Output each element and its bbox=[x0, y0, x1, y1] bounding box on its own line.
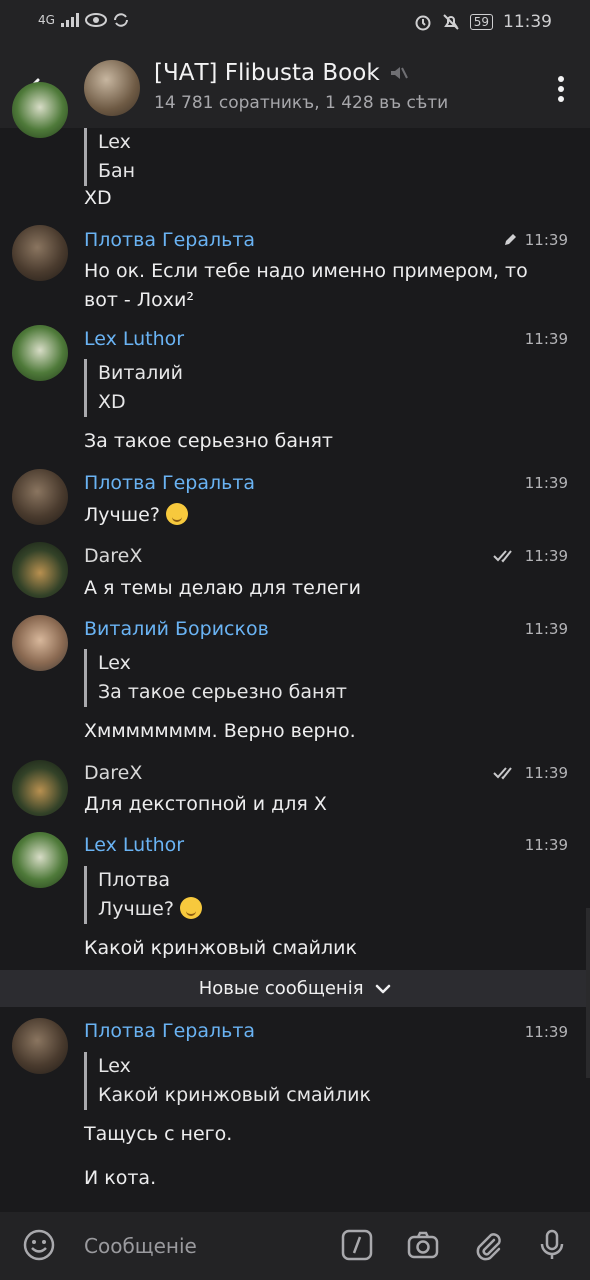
message-text: Лучше? bbox=[84, 504, 160, 526]
reply-author: Виталий bbox=[98, 362, 183, 384]
reply-quote[interactable]: Виталий XD bbox=[84, 359, 183, 417]
reply-text: Лучше? bbox=[98, 898, 174, 920]
double-check-icon bbox=[493, 550, 512, 563]
message-time: 11:39 bbox=[524, 547, 568, 565]
divider-label: Новые сообщенія bbox=[198, 978, 364, 999]
message[interactable]: Плотва Геральта 11:39 Лучше? bbox=[0, 469, 590, 534]
message-time: 11:39 bbox=[524, 1023, 568, 1041]
chat-title-row[interactable]: [ЧАТ] Flibusta Book bbox=[154, 60, 408, 86]
camera-icon[interactable] bbox=[406, 1228, 440, 1262]
sender-avatar[interactable] bbox=[12, 1018, 68, 1074]
reply-text: Бан bbox=[98, 160, 136, 182]
bot-command-icon[interactable] bbox=[340, 1228, 374, 1262]
sender-name[interactable]: Виталий Борисков bbox=[84, 618, 269, 640]
message-composer: Сообщеніе bbox=[0, 1212, 590, 1280]
emoji-smile-icon[interactable] bbox=[22, 1228, 56, 1262]
sender-avatar[interactable] bbox=[12, 225, 68, 281]
sender-avatar[interactable] bbox=[12, 542, 68, 598]
edited-pencil-icon bbox=[504, 234, 516, 245]
message[interactable]: Плотва Геральта 11:39 Но ок. Если тебе н… bbox=[0, 225, 590, 315]
message[interactable]: DareX 11:39 Для декстопной и для Х bbox=[0, 760, 590, 825]
reply-author: Lex bbox=[98, 131, 131, 153]
double-check-icon bbox=[493, 767, 512, 780]
chat-title[interactable]: [ЧАТ] Flibusta Book bbox=[154, 60, 380, 86]
sender-name[interactable]: Плотва Геральта bbox=[84, 229, 255, 251]
sender-name[interactable]: Плотва Геральта bbox=[84, 1020, 255, 1042]
sender-name[interactable]: Lex Luthor bbox=[84, 328, 184, 350]
more-vertical-icon[interactable] bbox=[556, 74, 566, 104]
chat-header: [ЧАТ] Flibusta Book 14 781 соратникъ, 1 … bbox=[0, 50, 590, 128]
smirk-emoji-icon bbox=[179, 897, 202, 919]
message-time: 11:39 bbox=[524, 231, 568, 249]
message-time: 11:39 bbox=[524, 620, 568, 638]
network-indicator: 4G bbox=[38, 13, 55, 27]
muted-speaker-icon bbox=[390, 67, 408, 79]
message-text: Но ок. Если тебе надо именно примером, т… bbox=[84, 260, 528, 311]
reply-author: Lex bbox=[98, 1055, 131, 1077]
message[interactable]: Lex Бан XD bbox=[0, 82, 590, 218]
message-text: И кота. bbox=[84, 1167, 157, 1189]
reply-author: Lex bbox=[98, 652, 131, 674]
reply-quote[interactable]: Lex Какой кринжовый смайлик bbox=[84, 1052, 371, 1110]
sender-name[interactable]: DareX bbox=[84, 762, 142, 784]
sender-name[interactable]: Плотва Геральта bbox=[84, 472, 255, 494]
eye-icon bbox=[84, 13, 107, 27]
sender-avatar[interactable] bbox=[12, 325, 68, 381]
sender-avatar[interactable] bbox=[12, 832, 68, 888]
reply-author: Плотва bbox=[98, 869, 170, 891]
status-bar: 4G 59 11:39 bbox=[0, 0, 590, 50]
mute-bell-icon bbox=[443, 14, 459, 30]
message-text: Тащусь с него. bbox=[84, 1123, 233, 1145]
sender-avatar[interactable] bbox=[12, 760, 68, 816]
message-time: 11:39 bbox=[524, 764, 568, 782]
message-text: За такое серьезно банят bbox=[84, 430, 333, 452]
reply-text: XD bbox=[98, 391, 126, 413]
message-text: Для декстопной и для Х bbox=[84, 793, 327, 815]
reply-quote[interactable]: Плотва Лучше? bbox=[84, 866, 202, 924]
message[interactable]: Lex Luthor 11:39 Виталий XD За такое сер… bbox=[0, 325, 590, 460]
message[interactable]: Lex Luthor 11:39 Плотва Лучше? Какой кри… bbox=[0, 832, 590, 967]
message[interactable]: Плотва Геральта 11:39 Lex Какой кринжовы… bbox=[0, 1018, 590, 1198]
chat-avatar[interactable] bbox=[84, 60, 140, 116]
paperclip-icon[interactable] bbox=[471, 1228, 505, 1262]
sync-icon bbox=[113, 13, 128, 27]
microphone-icon[interactable] bbox=[535, 1228, 569, 1262]
sender-avatar[interactable] bbox=[12, 615, 68, 671]
chat-subtitle: 14 781 соратникъ, 1 428 въ сѣти bbox=[154, 93, 449, 113]
reply-text: Какой кринжовый смайлик bbox=[98, 1084, 371, 1106]
reply-quote[interactable]: Lex За такое серьезно банят bbox=[84, 649, 347, 707]
sender-name[interactable]: Lex Luthor bbox=[84, 834, 184, 856]
message-text: XD bbox=[84, 187, 112, 209]
scrollbar[interactable] bbox=[586, 908, 590, 1078]
sender-avatar[interactable] bbox=[12, 82, 68, 138]
message[interactable]: DareX 11:39 А я темы делаю для телеги bbox=[0, 542, 590, 607]
reply-quote[interactable]: Lex Бан bbox=[84, 128, 135, 186]
clock: 11:39 bbox=[503, 12, 552, 32]
message-time: 11:39 bbox=[524, 836, 568, 854]
signal-icon bbox=[60, 13, 79, 27]
message-time: 11:39 bbox=[524, 330, 568, 348]
message-time: 11:39 bbox=[524, 474, 568, 492]
message-text: А я темы делаю для телеги bbox=[84, 577, 361, 599]
battery-indicator: 59 bbox=[469, 14, 493, 30]
chevron-down-icon bbox=[376, 984, 391, 994]
message-text: Хмммммммм. Верно верно. bbox=[84, 720, 356, 742]
sender-avatar[interactable] bbox=[12, 469, 68, 525]
message-input[interactable]: Сообщеніе bbox=[84, 1234, 197, 1258]
smirk-emoji-icon bbox=[165, 503, 188, 525]
reply-text: За такое серьезно банят bbox=[98, 681, 347, 703]
alarm-icon bbox=[415, 15, 431, 31]
sender-name[interactable]: DareX bbox=[84, 545, 142, 567]
message-text: Какой кринжовый смайлик bbox=[84, 937, 357, 959]
message[interactable]: Виталий Борисков 11:39 Lex За такое серь… bbox=[0, 615, 590, 750]
new-messages-divider[interactable]: Новые сообщенія bbox=[0, 970, 590, 1007]
